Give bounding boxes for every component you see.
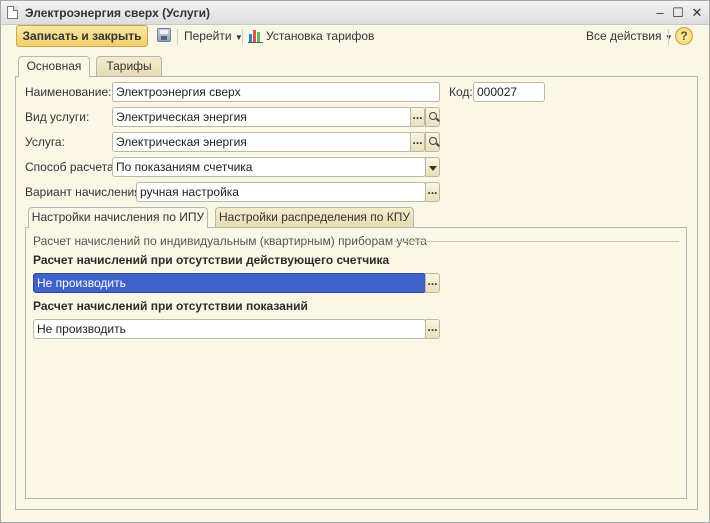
no-meter-field[interactable]: Не производить [33, 273, 426, 293]
ipu-group-title: Расчет начислений по индивидуальным (ква… [33, 234, 427, 248]
toolbar-separator [668, 29, 669, 45]
name-field[interactable]: Электроэнергия сверх [112, 82, 440, 102]
floppy-icon[interactable] [157, 28, 171, 42]
group-divider [394, 241, 679, 242]
tab-ipu-settings[interactable]: Настройки начисления по ИПУ [28, 207, 208, 228]
goto-label: Перейти [184, 29, 232, 43]
minimize-button[interactable]: ‒ [651, 4, 669, 22]
service-label: Услуга: [25, 135, 65, 149]
all-actions-label: Все действия [586, 29, 662, 43]
toolbar-separator [242, 29, 243, 45]
service-type-label: Вид услуги: [25, 110, 90, 124]
doc-icon [7, 6, 18, 19]
search-icon[interactable] [425, 132, 440, 152]
chevron-down-icon[interactable] [425, 157, 440, 177]
accrual-variant-field[interactable]: ручная настройка [136, 182, 426, 202]
service-field[interactable]: Электрическая энергия [112, 132, 411, 152]
calc-method-label: Способ расчета: [25, 160, 117, 174]
service-choose-button[interactable]: ... [410, 132, 425, 152]
goto-menu[interactable]: Перейти ▼ [184, 29, 243, 43]
service-type-choose-button[interactable]: ... [410, 107, 425, 127]
no-readings-label: Расчет начислений при отсутствии показан… [33, 299, 308, 313]
all-actions-menu[interactable]: Все действия ▼ [586, 29, 673, 43]
service-type-field[interactable]: Электрическая энергия [112, 107, 411, 127]
no-meter-choose-button[interactable]: ... [425, 273, 440, 293]
window-title: Электроэнергия сверх (Услуги) [25, 6, 210, 20]
help-icon[interactable]: ? [675, 27, 693, 45]
search-icon[interactable] [425, 107, 440, 127]
ipu-settings-panel [25, 227, 687, 499]
service-window: Электроэнергия сверх (Услуги) ‒ ☐ ✕ Запи… [0, 0, 710, 523]
close-button[interactable]: ✕ [688, 4, 706, 22]
no-readings-field[interactable]: Не производить [33, 319, 426, 339]
no-meter-label: Расчет начислений при отсутствии действу… [33, 253, 390, 267]
title-bar: Электроэнергия сверх (Услуги) ‒ ☐ ✕ [1, 1, 709, 25]
name-label: Наименование: [25, 85, 112, 99]
calc-method-select[interactable]: По показаниям счетчика [112, 157, 426, 177]
accrual-variant-label: Вариант начисления: [25, 185, 145, 199]
toolbar: Записать и закрыть Перейти ▼ Установка т… [1, 25, 709, 49]
tab-main[interactable]: Основная [18, 56, 90, 77]
tariffs-button[interactable]: Установка тарифов [266, 29, 374, 43]
accrual-variant-choose-button[interactable]: ... [425, 182, 440, 202]
toolbar-separator [177, 29, 178, 45]
tab-kpu-settings[interactable]: Настройки распределения по КПУ [215, 207, 414, 227]
tab-tariffs[interactable]: Тарифы [96, 56, 162, 76]
bar-chart-icon [248, 30, 263, 43]
maximize-button[interactable]: ☐ [669, 4, 687, 22]
no-readings-choose-button[interactable]: ... [425, 319, 440, 339]
code-field[interactable]: 000027 [473, 82, 545, 102]
code-label: Код: [449, 85, 473, 99]
save-and-close-button[interactable]: Записать и закрыть [16, 25, 148, 47]
